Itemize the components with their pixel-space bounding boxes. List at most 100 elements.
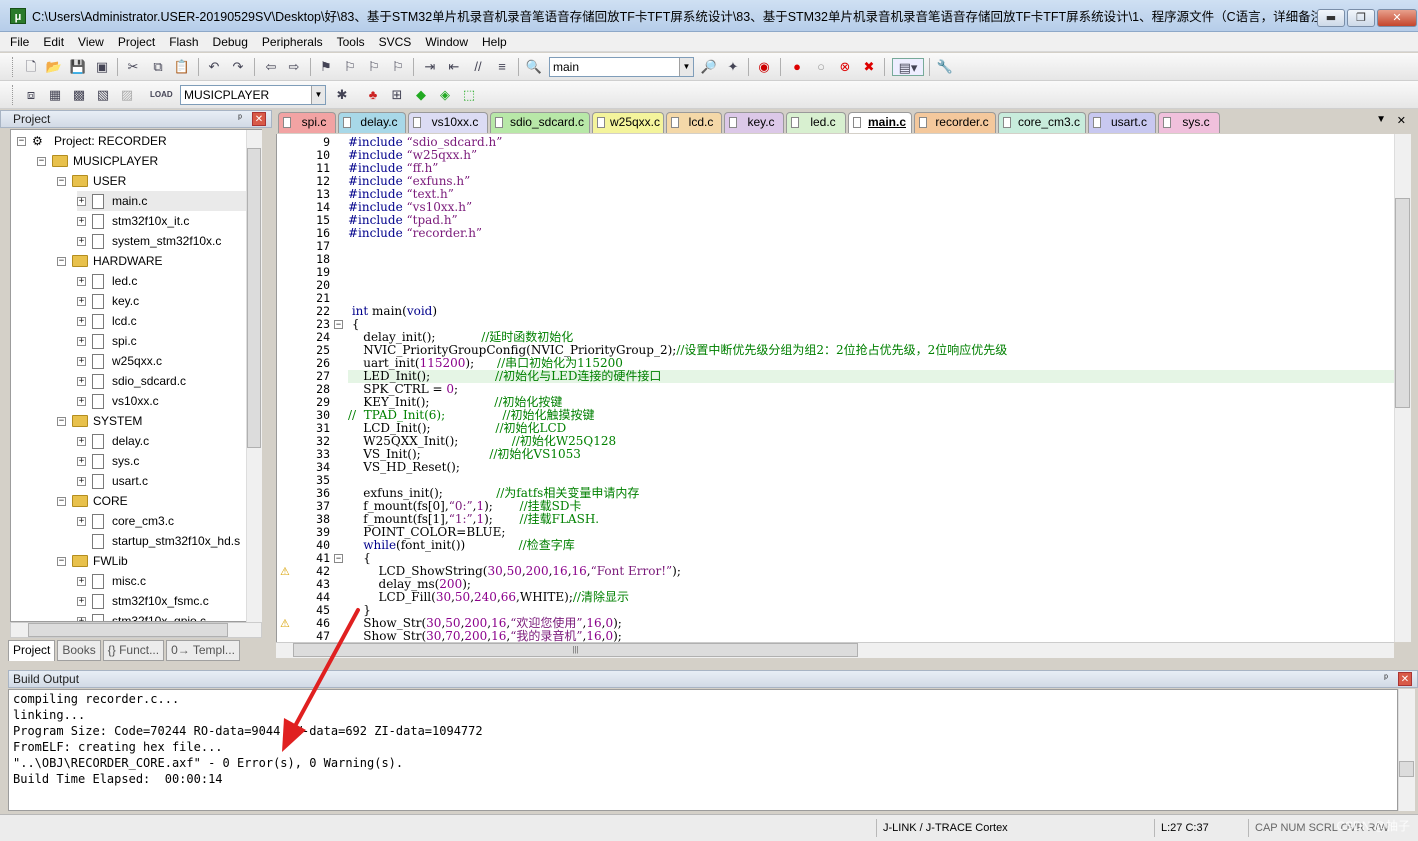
- tree-toggle-icon[interactable]: −: [57, 176, 66, 186]
- tree-toggle-icon[interactable]: −: [57, 556, 66, 566]
- breakpoint-kill-all-icon[interactable]: ✖: [860, 58, 878, 76]
- target-options-icon[interactable]: ✱: [333, 86, 351, 104]
- maximize-button[interactable]: ❐: [1347, 9, 1375, 27]
- select-pack-icon[interactable]: ◈: [436, 86, 454, 104]
- toolbar-grip[interactable]: [12, 85, 15, 105]
- tree-item[interactable]: + usart.c: [77, 471, 261, 491]
- editor-scrollbar-thumb[interactable]: [1395, 198, 1410, 408]
- build-output-text[interactable]: compiling recorder.c... linking... Program…: [8, 689, 1398, 811]
- tab-vs10xx-c[interactable]: vs10xx.c: [408, 112, 488, 133]
- tree-toggle-icon[interactable]: +: [77, 356, 86, 366]
- breakpoint-disable-all-icon[interactable]: ⊗: [836, 58, 854, 76]
- configure-icon[interactable]: 🔧: [936, 58, 954, 76]
- tree-toggle-icon[interactable]: +: [77, 376, 86, 386]
- tab-core-cm3-c[interactable]: core_cm3.c: [998, 112, 1086, 133]
- tree-toggle-icon[interactable]: +: [77, 296, 86, 306]
- build-icon[interactable]: ▦: [46, 86, 64, 104]
- breakpoint-icon[interactable]: ●: [788, 58, 806, 76]
- stop-build-icon[interactable]: ▨: [118, 86, 136, 104]
- tabs-dropdown-icon[interactable]: ▼: [1376, 114, 1386, 125]
- tab-sys-c[interactable]: sys.c: [1158, 112, 1220, 133]
- tree-item[interactable]: − ⚙ Project: RECORDER: [17, 131, 261, 151]
- bookmark-icon[interactable]: ⚑: [317, 58, 335, 76]
- tab-led-c[interactable]: led.c: [786, 112, 846, 133]
- translate-icon[interactable]: ⧈: [22, 86, 40, 104]
- window-layout-icon[interactable]: ▤▾: [892, 58, 924, 76]
- tree-item[interactable]: + stm32f10x_it.c: [77, 211, 261, 231]
- tab-sdio-sdcard-c[interactable]: sdio_sdcard.c: [490, 112, 590, 133]
- uncomment-icon[interactable]: ≡: [493, 58, 511, 76]
- cut-icon[interactable]: ✂: [124, 58, 142, 76]
- tree-item[interactable]: + misc.c: [77, 571, 261, 591]
- menu-tools[interactable]: Tools: [337, 35, 365, 49]
- tab-spi-c[interactable]: spi.c: [278, 112, 336, 133]
- close-tab-icon[interactable]: ✕: [1397, 114, 1406, 127]
- batch-build-icon[interactable]: ▧: [94, 86, 112, 104]
- unindent-icon[interactable]: ⇤: [445, 58, 463, 76]
- tree-item[interactable]: + main.c: [77, 191, 261, 211]
- close-icon[interactable]: ✕: [1398, 672, 1412, 686]
- pin-icon[interactable]: ᵖ: [1379, 672, 1393, 686]
- find-in-files-icon[interactable]: 🔍: [525, 58, 543, 76]
- menu-flash[interactable]: Flash: [169, 35, 198, 49]
- fold-toggle-icon[interactable]: −: [334, 554, 343, 563]
- code-line[interactable]: #include “recorder.h”: [348, 227, 482, 240]
- close-button[interactable]: ✕: [1377, 9, 1417, 27]
- tree-toggle-icon[interactable]: −: [37, 156, 46, 166]
- code-line[interactable]: LCD_Fill(30,50,240,66,WHITE);//清除显示: [348, 591, 629, 604]
- toolbar-grip[interactable]: [12, 57, 15, 77]
- run-time-env-icon[interactable]: ⬚: [460, 86, 478, 104]
- tree-item[interactable]: + key.c: [77, 291, 261, 311]
- code-line[interactable]: VS_HD_Reset();: [348, 461, 460, 474]
- chevron-down-icon[interactable]: ▼: [679, 58, 693, 76]
- code-editor[interactable]: #include “sdio_sdcard.h” #include “w25qxx…: [346, 134, 1394, 642]
- close-icon[interactable]: ✕: [252, 112, 266, 126]
- manage-components-icon[interactable]: ♣: [364, 86, 382, 104]
- tree-item[interactable]: + vs10xx.c: [77, 391, 261, 411]
- menu-help[interactable]: Help: [482, 35, 507, 49]
- tree-hscroll-thumb[interactable]: [28, 623, 228, 637]
- tab-lcd-c[interactable]: lcd.c: [666, 112, 722, 133]
- tree-toggle-icon[interactable]: +: [77, 276, 86, 286]
- tree-item[interactable]: + core_cm3.c: [77, 511, 261, 531]
- tab-main-c[interactable]: main.c: [848, 112, 912, 133]
- tree-item[interactable]: − FWLib: [57, 551, 261, 571]
- bookmark-clear-icon[interactable]: ⚐: [389, 58, 407, 76]
- tree-toggle-icon[interactable]: +: [77, 316, 86, 326]
- tree-toggle-icon[interactable]: +: [77, 396, 86, 406]
- tree-toggle-icon[interactable]: +: [77, 576, 86, 586]
- tree-item[interactable]: startup_stm32f10x_hd.s: [77, 531, 261, 551]
- rebuild-icon[interactable]: ▩: [70, 86, 88, 104]
- tree-toggle-icon[interactable]: +: [77, 336, 86, 346]
- tree-toggle-icon[interactable]: +: [77, 196, 86, 206]
- tree-item[interactable]: − SYSTEM: [57, 411, 261, 431]
- tab-delay-c[interactable]: delay.c: [338, 112, 406, 133]
- open-folder-icon[interactable]: 📂: [45, 58, 63, 76]
- tree-item[interactable]: + lcd.c: [77, 311, 261, 331]
- menu-svcs[interactable]: SVCS: [379, 35, 412, 49]
- tab-usart-c[interactable]: usart.c: [1088, 112, 1156, 133]
- menu-peripherals[interactable]: Peripherals: [262, 35, 323, 49]
- tree-item[interactable]: + delay.c: [77, 431, 261, 451]
- tree-item[interactable]: + system_stm32f10x.c: [77, 231, 261, 251]
- fold-margin[interactable]: − −: [332, 134, 346, 642]
- paste-icon[interactable]: 📋: [173, 58, 191, 76]
- tree-toggle-icon[interactable]: −: [57, 256, 66, 266]
- tree-item[interactable]: − USER: [57, 171, 261, 191]
- build-scrollbar-vertical[interactable]: [1398, 689, 1415, 811]
- save-all-icon[interactable]: ▣: [93, 58, 111, 76]
- find-combo[interactable]: main ▼: [549, 57, 694, 77]
- editor-gutter[interactable]: ⚠ ⚠: [276, 134, 298, 642]
- chevron-down-icon[interactable]: ▼: [311, 86, 325, 104]
- nav-forward-icon[interactable]: ⇨: [285, 58, 303, 76]
- build-scrollbar-thumb[interactable]: [1399, 761, 1414, 777]
- tab-recorder-c[interactable]: recorder.c: [914, 112, 996, 133]
- tree-toggle-icon[interactable]: +: [77, 236, 86, 246]
- tree-item[interactable]: + w25qxx.c: [77, 351, 261, 371]
- download-icon[interactable]: LOAD: [150, 86, 173, 104]
- tab-w25qxx-c[interactable]: w25qxx.c: [592, 112, 664, 133]
- tree-toggle-icon[interactable]: +: [77, 216, 86, 226]
- code-line[interactable]: int main(void): [348, 305, 437, 318]
- undo-icon[interactable]: ↶: [205, 58, 223, 76]
- menu-file[interactable]: File: [10, 35, 29, 49]
